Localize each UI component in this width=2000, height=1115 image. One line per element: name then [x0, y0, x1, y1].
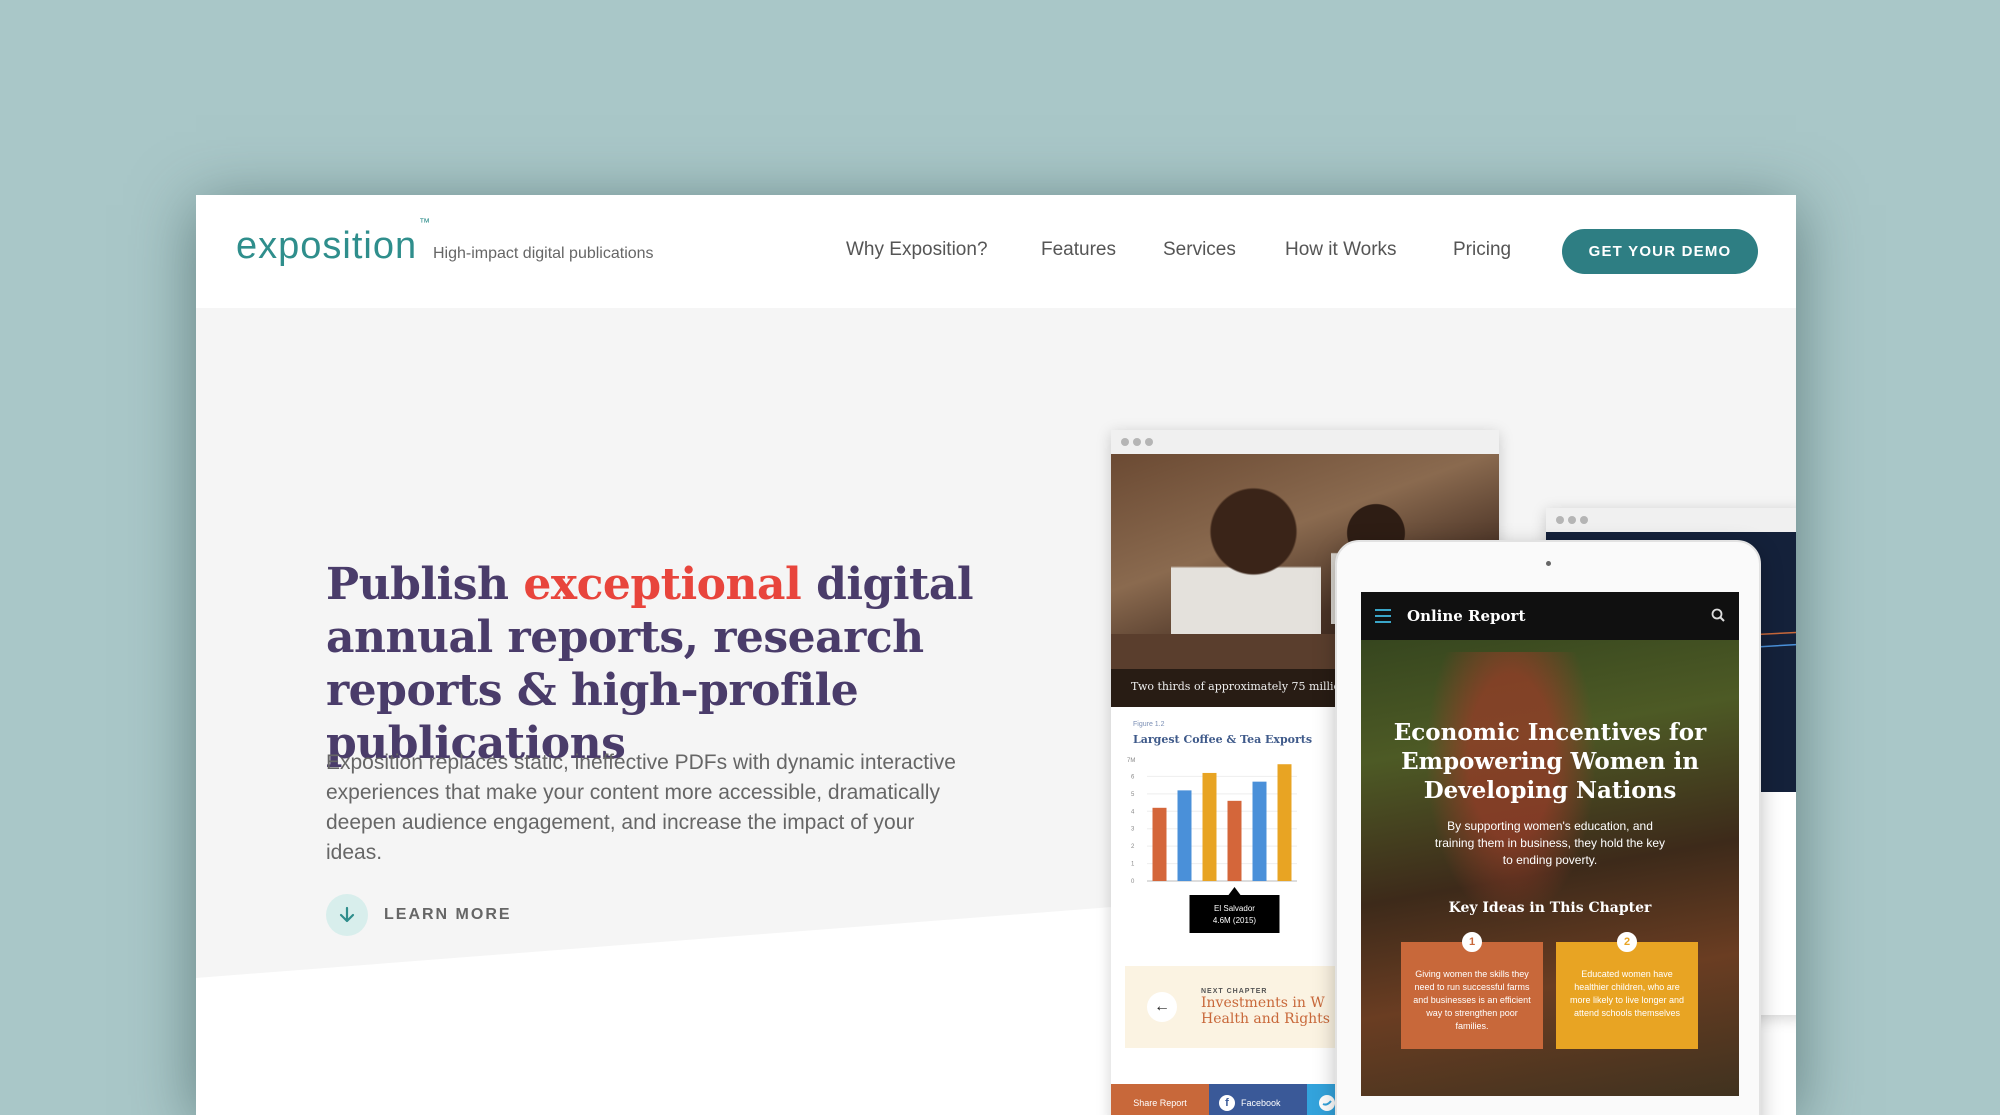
- nav-pricing[interactable]: Pricing: [1453, 239, 1511, 261]
- next-chapter-title-line2: Health and Rights: [1201, 1010, 1330, 1027]
- nav-how-it-works[interactable]: How it Works: [1285, 239, 1397, 261]
- tablet-screen: Online Report Economic Incentives for Em…: [1361, 592, 1739, 1096]
- y-tick-label: 5: [1131, 792, 1135, 798]
- menu-icon[interactable]: [1375, 609, 1391, 623]
- tablet-top-bar: Online Report: [1361, 592, 1739, 640]
- figure-title: Largest Coffee & Tea Exports: [1133, 733, 1313, 746]
- hero-headline: Publish exceptional digital annual repor…: [326, 559, 974, 769]
- key-idea-card-2[interactable]: 2 Educated women have healthier children…: [1556, 932, 1698, 1049]
- y-tick-label: 2: [1131, 844, 1135, 850]
- nav-features[interactable]: Features: [1041, 239, 1116, 261]
- y-tick-label: 0: [1131, 879, 1135, 885]
- chart-bar: [1252, 781, 1267, 881]
- key-ideas-title: Key Ideas in This Chapter: [1448, 900, 1652, 916]
- browser-frame: exposition™ High-impact digital publicat…: [196, 195, 1796, 1115]
- nav-why-exposition[interactable]: Why Exposition?: [846, 239, 988, 261]
- y-tick-label: 3: [1131, 827, 1135, 833]
- logo[interactable]: exposition™: [236, 217, 430, 268]
- chart-bar: [1152, 807, 1167, 881]
- learn-more-link[interactable]: LEARN MORE: [326, 894, 512, 936]
- bar-chart: 7M 0 1 2 3 4 5 6 El Salvador 4.6M (2015): [1127, 758, 1297, 933]
- tooltip: [1189, 895, 1280, 933]
- y-tick-label: 1: [1131, 862, 1135, 868]
- headline-accent: exceptional: [523, 559, 802, 610]
- nav-services[interactable]: Services: [1163, 239, 1236, 261]
- hero-section: Publish exceptional digital annual repor…: [196, 308, 1796, 1115]
- tablet-mockup: Online Report Economic Incentives for Em…: [1335, 540, 1761, 1115]
- arrow-left-icon[interactable]: ←: [1147, 992, 1177, 1022]
- site-header: exposition™ High-impact digital publicat…: [196, 195, 1796, 308]
- y-tick-label: 6: [1131, 774, 1135, 780]
- hero-lead-paragraph: Exposition replaces static, ineffective …: [326, 751, 956, 864]
- chart-bar: [1277, 764, 1292, 881]
- key-idea-card-1[interactable]: 1 Giving women the skills they need to r…: [1401, 932, 1543, 1049]
- card-number: 2: [1617, 932, 1637, 952]
- tooltip-value: 4.6M (2015): [1213, 916, 1256, 925]
- facebook-icon: f: [1219, 1095, 1235, 1111]
- tooltip-label: El Salvador: [1214, 904, 1255, 913]
- card-text: Educated women have healthier children, …: [1569, 969, 1685, 1018]
- next-chapter-title-line1: Investments in W: [1201, 994, 1325, 1011]
- y-axis-top-label: 7M: [1127, 758, 1135, 764]
- facebook-share-button[interactable]: f Facebook: [1209, 1084, 1307, 1115]
- card-text: Giving women the skills they need to run…: [1413, 969, 1531, 1031]
- tagline: High-impact digital publications: [433, 245, 654, 262]
- arrow-down-icon[interactable]: [326, 894, 368, 936]
- twitter-icon: [1319, 1095, 1335, 1111]
- card-number: 1: [1462, 932, 1482, 952]
- chart-bar: [1177, 790, 1192, 881]
- get-demo-button[interactable]: GET YOUR DEMO: [1562, 229, 1758, 274]
- tablet-camera: [1546, 561, 1551, 566]
- learn-more-label[interactable]: LEARN MORE: [384, 906, 512, 924]
- chart-bar: [1202, 772, 1217, 881]
- y-tick-label: 4: [1131, 809, 1135, 815]
- tablet-headline: Economic Incentives for Empowering Women…: [1393, 719, 1707, 804]
- tooltip-pointer: [1228, 887, 1241, 895]
- share-report-button[interactable]: Share Report: [1111, 1084, 1209, 1115]
- tablet-bar-title: Online Report: [1407, 607, 1526, 625]
- chart-bar: [1227, 800, 1242, 881]
- facebook-label: Facebook: [1241, 1098, 1281, 1108]
- search-icon[interactable]: [1711, 608, 1725, 622]
- tablet-subtitle: By supporting women's education, and tra…: [1434, 819, 1666, 867]
- next-chapter-label: NEXT CHAPTER: [1201, 987, 1268, 995]
- figure-label: Figure 1.2: [1133, 721, 1165, 728]
